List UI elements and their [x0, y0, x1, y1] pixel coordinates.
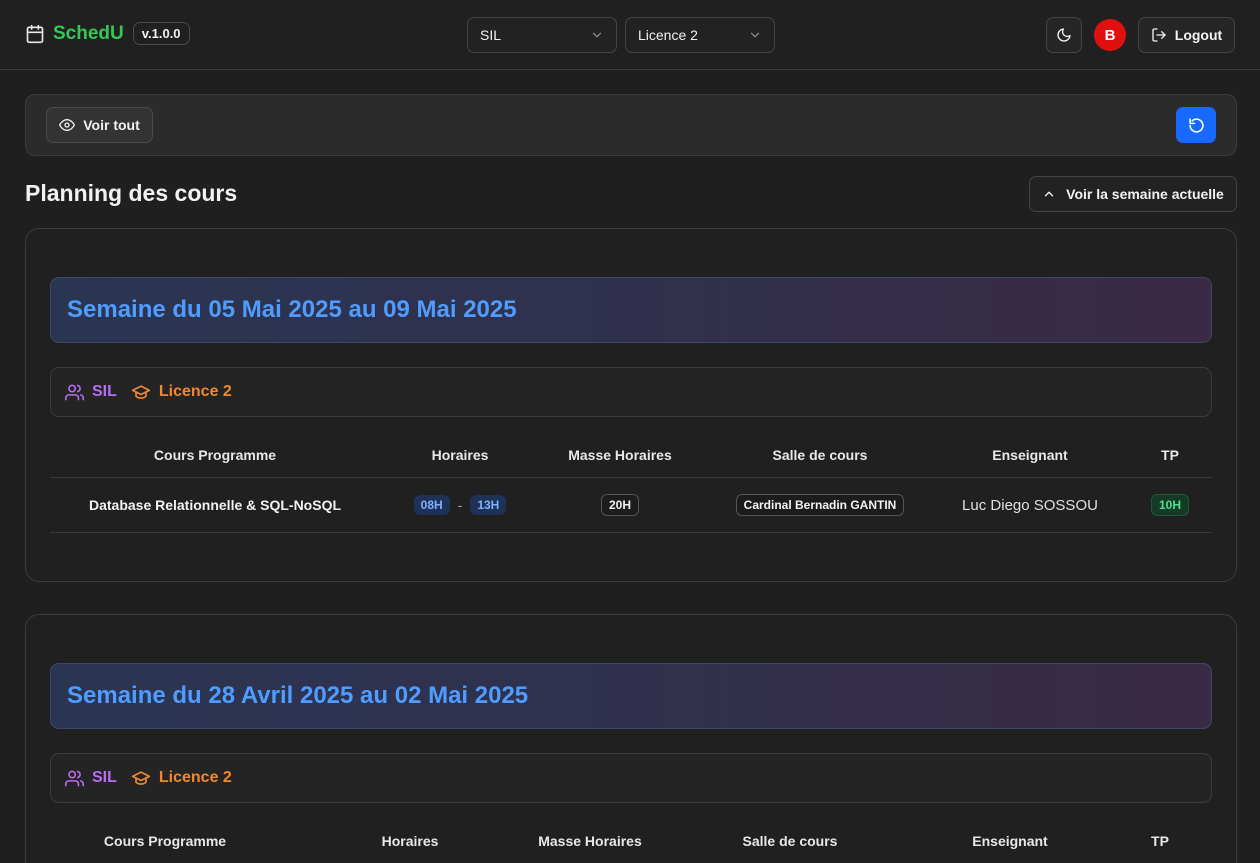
current-week-label: Voir la semaine actuelle	[1066, 186, 1224, 202]
toolbar: Voir tout	[25, 94, 1237, 156]
col-cours: Cours Programme	[103, 832, 227, 849]
col-salle: Salle de cours	[742, 832, 838, 849]
graduation-cap-icon	[131, 385, 151, 399]
week-card: Semaine du 05 Mai 2025 au 09 Mai 2025 SI…	[25, 228, 1237, 582]
users-icon	[65, 384, 84, 400]
brand-name: SchedU	[53, 22, 124, 44]
page-title: Planning des cours	[25, 180, 238, 206]
time-separator: -	[457, 497, 463, 513]
logout-button[interactable]: Logout	[1138, 17, 1235, 53]
niveau-select[interactable]: Licence 2	[625, 17, 775, 53]
niveau-tag-label: Licence 2	[158, 383, 232, 400]
col-enseignant: Enseignant	[972, 832, 1048, 849]
filiere-tag-label: SIL	[92, 769, 117, 786]
end-time-badge: 13H	[470, 495, 507, 515]
week-banner: Semaine du 05 Mai 2025 au 09 Mai 2025	[50, 277, 1212, 343]
week-title: Semaine du 05 Mai 2025 au 09 Mai 2025	[67, 296, 517, 323]
week-banner: Semaine du 28 Avril 2025 au 02 Mai 2025	[50, 663, 1212, 729]
table-header: Cours Programme Horaires Masse Horaires …	[50, 432, 1212, 478]
masse-badge: 20H	[600, 494, 639, 516]
cell-horaires: 08H - 13H	[370, 478, 550, 532]
col-salle: Salle de cours	[772, 446, 868, 463]
logout-label: Logout	[1174, 27, 1223, 43]
graduation-cap-icon	[131, 771, 151, 785]
filiere-select-value: SIL	[480, 27, 502, 43]
brand[interactable]: SchedU v.1.0.0	[25, 22, 190, 45]
chevron-up-icon	[1044, 191, 1054, 197]
table-row[interactable]: Database Relationnelle & SQL-NoSQL 08H -…	[50, 478, 1212, 533]
filiere-tag: SIL	[65, 383, 117, 402]
week-filters: SIL Licence 2	[50, 367, 1212, 417]
moon-icon	[1057, 28, 1071, 42]
col-tp: TP	[1151, 832, 1169, 849]
col-horaires: Horaires	[381, 832, 439, 849]
table-header: Cours Programme Horaires Masse Horaires …	[50, 818, 1212, 863]
cell-tp: 10H	[1150, 478, 1190, 532]
week-filters: SIL Licence 2	[50, 753, 1212, 803]
col-horaires: Horaires	[431, 446, 489, 463]
chevron-down-icon	[592, 32, 602, 38]
filiere-select[interactable]: SIL	[467, 17, 617, 53]
week-card: Semaine du 28 Avril 2025 au 02 Mai 2025 …	[25, 614, 1237, 863]
tp-badge: 10H	[1150, 494, 1189, 516]
col-masse: Masse Horaires	[568, 446, 672, 463]
current-week-button[interactable]: Voir la semaine actuelle	[1029, 176, 1237, 212]
avatar[interactable]: B	[1094, 19, 1126, 51]
niveau-tag: Licence 2	[131, 382, 232, 402]
cell-salle: Cardinal Bernadin GANTIN	[720, 478, 920, 532]
cell-cours: Database Relationnelle & SQL-NoSQL	[88, 497, 342, 513]
col-tp: TP	[1161, 446, 1179, 463]
voir-tout-label: Voir tout	[83, 117, 140, 133]
version-badge: v.1.0.0	[132, 22, 190, 45]
users-icon	[65, 770, 84, 786]
cell-enseignant: Luc Diego SOSSOU	[962, 496, 1098, 514]
week-title: Semaine du 28 Avril 2025 au 02 Mai 2025	[67, 682, 529, 709]
refresh-button[interactable]	[1176, 107, 1216, 143]
eye-icon	[59, 119, 76, 131]
niveau-tag-label: Licence 2	[158, 769, 232, 786]
theme-toggle-button[interactable]	[1046, 17, 1082, 53]
filiere-tag: SIL	[65, 769, 117, 788]
salle-badge: Cardinal Bernadin GANTIN	[735, 494, 905, 516]
top-bar: SchedU v.1.0.0 SIL Licence 2 B Logout	[0, 0, 1260, 70]
niveau-select-value: Licence 2	[638, 27, 698, 43]
chevron-down-icon	[750, 32, 760, 38]
refresh-icon	[1188, 117, 1204, 133]
start-time-badge: 08H	[413, 495, 450, 515]
col-cours: Cours Programme	[153, 446, 277, 463]
voir-tout-button[interactable]: Voir tout	[46, 107, 153, 143]
col-masse: Masse Horaires	[538, 832, 642, 849]
col-enseignant: Enseignant	[992, 446, 1068, 463]
calendar-icon	[26, 24, 44, 43]
cell-masse: 20H	[550, 478, 690, 532]
niveau-tag: Licence 2	[131, 768, 232, 788]
filiere-tag-label: SIL	[92, 383, 117, 400]
logout-icon	[1152, 28, 1166, 42]
